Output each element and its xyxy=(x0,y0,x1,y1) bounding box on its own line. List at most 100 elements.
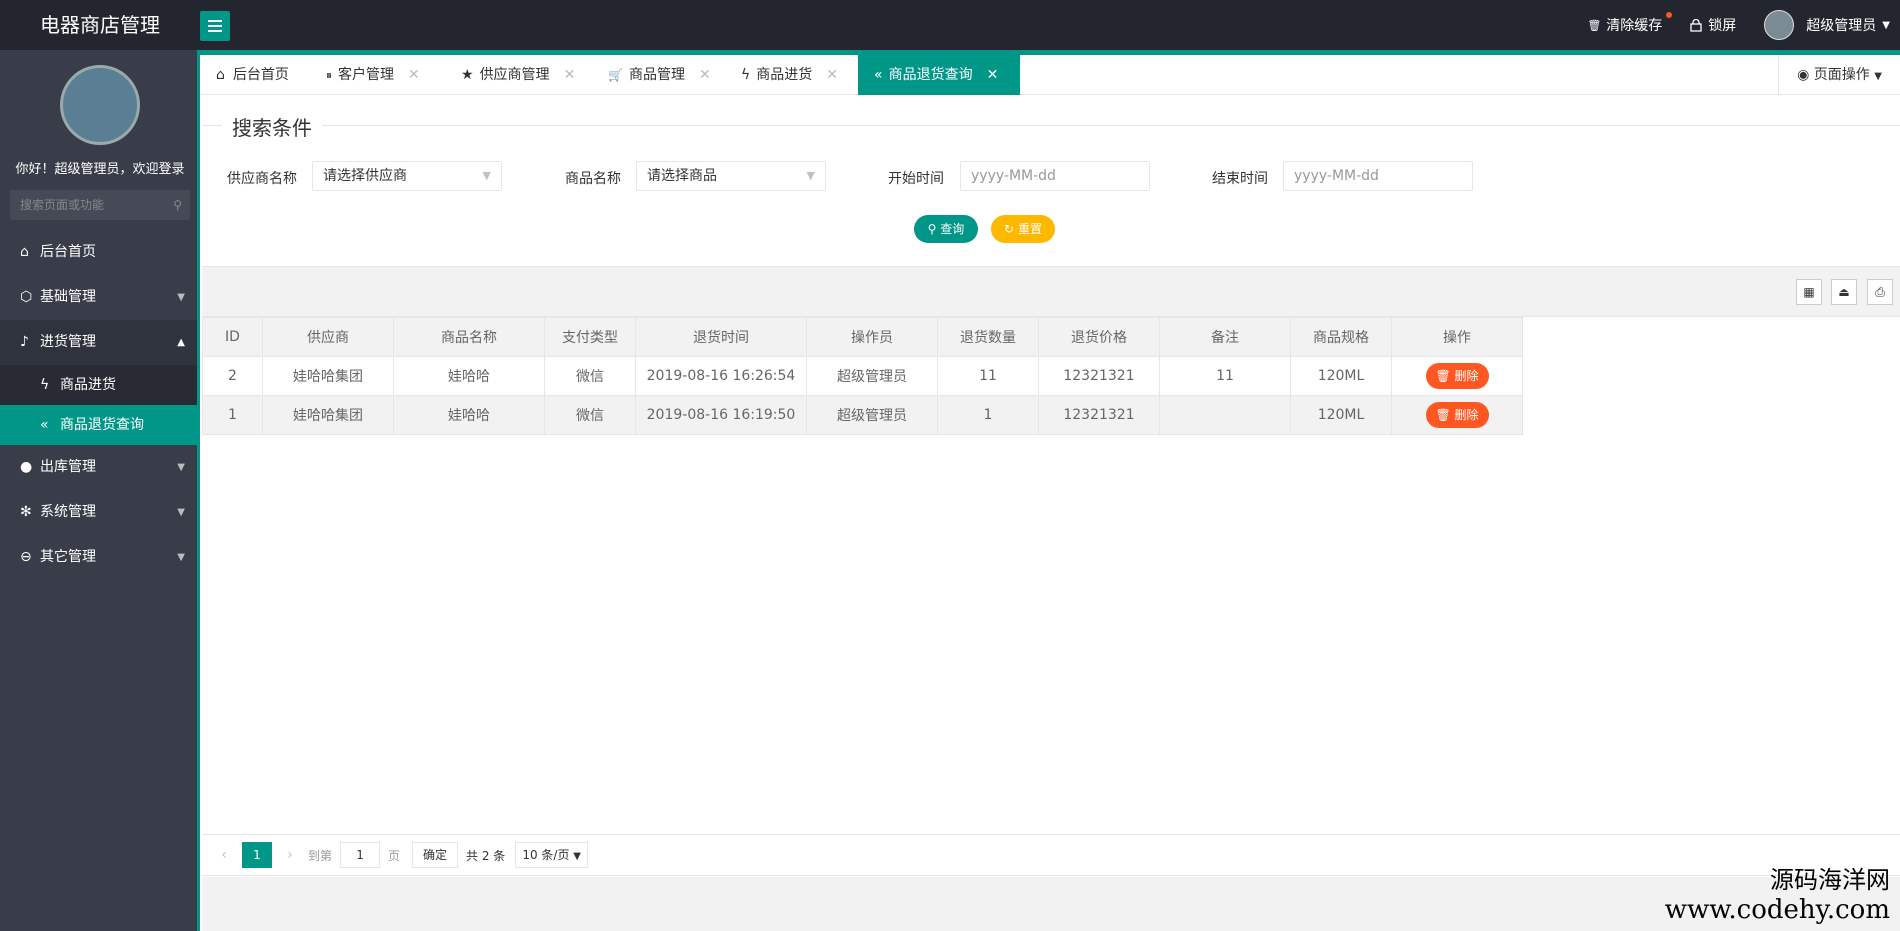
tab-supplier[interactable]: ★ 供应商管理 ✕ xyxy=(445,55,585,95)
column-header[interactable]: 备注 xyxy=(1159,317,1291,357)
close-icon[interactable]: ✕ xyxy=(826,55,838,95)
delete-button-label: 删除 xyxy=(1454,408,1479,422)
print-button[interactable]: ⎙ xyxy=(1867,279,1893,305)
export-button[interactable]: ⏏ xyxy=(1831,279,1857,305)
tab-label: 供应商管理 xyxy=(479,67,550,83)
sidebar-submenu-purchase: ϟ 商品进货 « 商品退货查询 xyxy=(0,365,197,445)
column-header[interactable]: 退货价格 xyxy=(1038,317,1160,357)
clear-cache-button[interactable]: 🗑 清除缓存 xyxy=(1587,12,1673,35)
delete-button[interactable]: 🗑 删除 xyxy=(1425,363,1489,389)
start-time-input[interactable]: yyyy-MM-dd xyxy=(960,161,1150,191)
sidebar-item-goods-purchase[interactable]: ϟ 商品进货 xyxy=(0,365,197,405)
fire-icon: ϟ xyxy=(741,67,751,83)
column-header[interactable]: ID xyxy=(202,317,263,357)
chevron-down-icon: ▼ xyxy=(573,851,581,862)
cell-return-qty: 1 xyxy=(937,395,1039,435)
home-icon: ⌂ xyxy=(20,244,29,260)
tab-goods[interactable]: 🛒 商品管理 ✕ xyxy=(592,55,717,95)
sidebar-item-outbound[interactable]: ● 出库管理 ▼ xyxy=(0,445,197,490)
sidebar-avatar xyxy=(60,65,140,145)
prev-page-icon[interactable]: ‹ xyxy=(214,847,234,863)
cell-supplier: 娃哈哈集团 xyxy=(262,395,394,435)
column-header[interactable]: 退货数量 xyxy=(937,317,1039,357)
tab-label: 客户管理 xyxy=(338,67,395,83)
page-operations-menu[interactable]: ◉ 页面操作 ▼ xyxy=(1778,55,1900,95)
watermark: 源码海洋网 www.codehy.com xyxy=(1665,860,1890,925)
reset-button[interactable]: ↻ 重置 xyxy=(991,215,1055,243)
cell-spec: 120ML xyxy=(1290,356,1392,396)
sidebar-item-label: 系统管理 xyxy=(40,504,96,520)
fieldset-border xyxy=(202,125,1900,126)
goto-confirm-button[interactable]: 确定 xyxy=(412,842,459,868)
sidebar-search-input[interactable]: 搜索页面或功能 ⚲ xyxy=(10,190,190,220)
goods-select[interactable]: 请选择商品 ▼ xyxy=(636,161,826,191)
cart-icon: 🛒 xyxy=(608,68,623,82)
radio-dot-icon: ◉ xyxy=(1797,67,1810,83)
notification-dot xyxy=(1666,12,1673,18)
close-icon[interactable]: ✕ xyxy=(699,55,711,95)
sidebar-item-label: 其它管理 xyxy=(40,549,96,565)
table-row[interactable]: 2 娃哈哈集团 娃哈哈 微信 2019-08-16 16:26:54 超级管理员… xyxy=(202,356,1523,396)
close-icon[interactable]: ✕ xyxy=(564,55,576,95)
cell-id: 1 xyxy=(202,395,263,435)
goto-page-input[interactable]: 1 xyxy=(340,842,381,868)
menu-toggle-button[interactable] xyxy=(200,11,230,41)
next-page-icon[interactable]: › xyxy=(280,847,300,863)
cell-remark: 11 xyxy=(1159,356,1291,396)
app-title: 电器商店管理 xyxy=(40,13,160,37)
star-icon: ★ xyxy=(461,67,474,83)
sidebar-item-system[interactable]: ✻ 系统管理 ▼ xyxy=(0,490,197,535)
column-header[interactable]: 操作 xyxy=(1391,317,1523,357)
exit-icon: ⊖ xyxy=(20,549,32,565)
cell-goods-name: 娃哈哈 xyxy=(393,356,545,396)
reset-button-label: 重置 xyxy=(1017,222,1042,236)
lock-screen-button[interactable]: 锁屏 xyxy=(1690,15,1736,35)
supplier-label: 供应商名称 xyxy=(227,171,297,187)
tab-label: 商品进货 xyxy=(756,67,813,83)
page-size-select[interactable]: 10 条/页 ▼ xyxy=(515,842,588,868)
table-row[interactable]: 1 娃哈哈集团 娃哈哈 微信 2019-08-16 16:19:50 超级管理员… xyxy=(202,395,1523,435)
close-icon[interactable]: ✕ xyxy=(987,55,999,95)
current-page-button[interactable]: 1 xyxy=(242,842,272,868)
cell-return-price: 12321321 xyxy=(1038,395,1160,435)
goods-label: 商品名称 xyxy=(565,171,621,187)
tab-home[interactable]: ⌂ 后台首页 xyxy=(200,55,300,95)
pause-circle-icon: ⏸ xyxy=(326,68,333,82)
sidebar-item-purchase[interactable]: ♪ 进货管理 ▲ xyxy=(0,320,197,365)
double-left-icon: « xyxy=(874,67,883,83)
cell-operator: 超级管理员 xyxy=(806,395,938,435)
end-time-input[interactable]: yyyy-MM-dd xyxy=(1283,161,1473,191)
close-icon[interactable]: ✕ xyxy=(408,55,420,95)
total-count: 共 2 条 xyxy=(466,848,506,863)
page-unit-label: 页 xyxy=(388,848,401,863)
column-header[interactable]: 商品名称 xyxy=(393,317,545,357)
chat-icon: ● xyxy=(20,459,33,475)
column-header[interactable]: 供应商 xyxy=(262,317,394,357)
trash-icon: 🗑 xyxy=(1435,408,1451,422)
watermark-line2: www.codehy.com xyxy=(1664,895,1890,925)
tab-goods-return[interactable]: « 商品退货查询 ✕ xyxy=(858,55,1020,95)
chevron-down-icon: ▼ xyxy=(482,169,491,182)
supplier-select[interactable]: 请选择供应商 ▼ xyxy=(312,161,502,191)
column-header[interactable]: 支付类型 xyxy=(544,317,636,357)
home-icon: ⌂ xyxy=(216,67,225,83)
sidebar-item-home[interactable]: ⌂ 后台首页 xyxy=(0,230,197,275)
column-header[interactable]: 商品规格 xyxy=(1290,317,1392,357)
tab-customer[interactable]: ⏸ 客户管理 ✕ xyxy=(310,55,435,95)
cell-actions: 🗑 删除 xyxy=(1391,395,1523,435)
delete-button[interactable]: 🗑 删除 xyxy=(1425,402,1489,428)
sidebar-item-other[interactable]: ⊖ 其它管理 ▼ xyxy=(0,535,197,580)
sidebar-item-goods-return[interactable]: « 商品退货查询 xyxy=(0,405,197,445)
end-time-label: 结束时间 xyxy=(1212,171,1268,187)
user-menu[interactable]: 超级管理员 ▼ xyxy=(1764,10,1890,40)
sidebar-item-label: 后台首页 xyxy=(40,244,96,260)
column-header[interactable]: 退货时间 xyxy=(635,317,807,357)
column-header[interactable]: 操作员 xyxy=(806,317,938,357)
columns-filter-button[interactable]: ▦ xyxy=(1796,279,1822,305)
footer-area xyxy=(202,877,1900,931)
query-button[interactable]: ⚲ 查询 xyxy=(914,215,978,243)
tab-goods-purchase[interactable]: ϟ 商品进货 ✕ xyxy=(725,55,850,95)
chevron-down-icon: ▼ xyxy=(806,169,815,182)
table-header-row: ID 供应商 商品名称 支付类型 退货时间 操作员 退货数量 退货价格 备注 商… xyxy=(202,317,1523,357)
sidebar-item-basic[interactable]: ⬡ 基础管理 ▼ xyxy=(0,275,197,320)
